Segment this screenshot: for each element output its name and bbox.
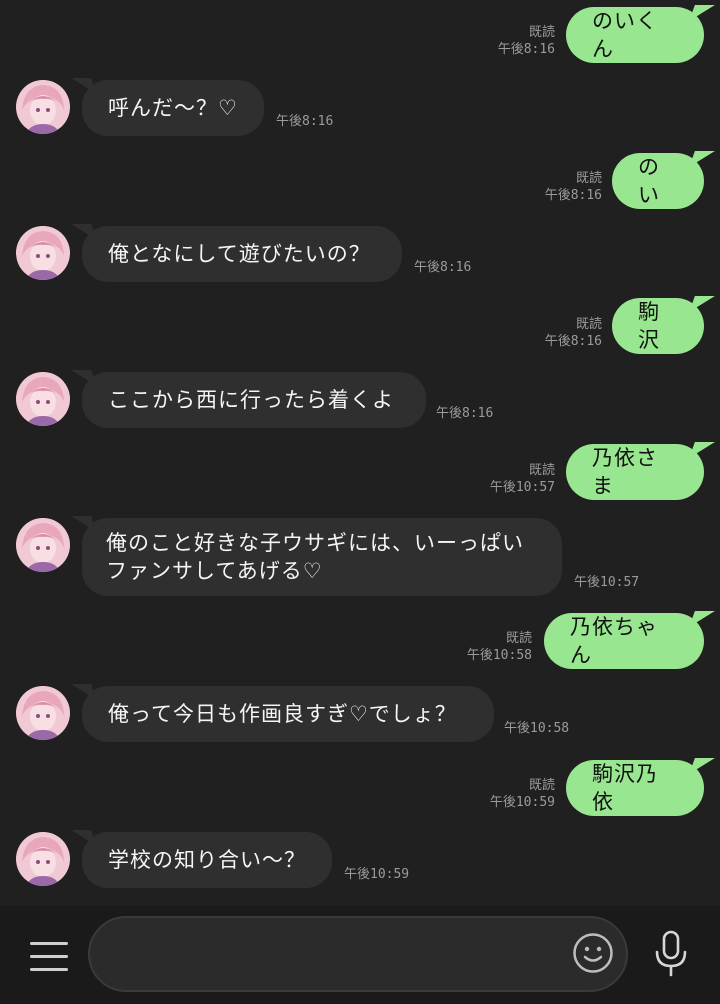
message-text: 学校の知り合い〜？ — [108, 848, 306, 872]
message-bubble[interactable]: ここから西に行ったら着くよ — [82, 372, 426, 428]
avatar[interactable] — [16, 226, 70, 280]
timestamp: 午後8:16 — [436, 406, 494, 421]
message-bubble[interactable]: 俺って今日も作画良すぎ♡でしょ？ — [82, 686, 494, 742]
menu-icon-line — [30, 942, 68, 945]
message-meta: 既読 午後10:57 — [490, 462, 555, 496]
message-meta: 既読 午後10:59 — [490, 777, 555, 811]
message-bubble[interactable]: 乃依ちゃん — [544, 613, 704, 669]
timestamp: 午後8:16 — [497, 42, 555, 57]
message-bubble[interactable]: のいくん — [566, 7, 704, 63]
menu-icon[interactable] — [30, 942, 68, 974]
timestamp: 午後10:59 — [489, 795, 555, 810]
message-bubble[interactable]: 俺となにして遊びたいの？ — [82, 226, 402, 282]
message-text: 俺って今日も作画良すぎ♡でしょ？ — [108, 702, 457, 726]
message-text: 乃依さま — [592, 446, 658, 498]
timestamp: 午後10:57 — [489, 480, 555, 495]
timestamp: 午後8:16 — [544, 334, 602, 349]
message-meta: 既読 午後8:16 — [498, 24, 555, 58]
message-text: ここから西に行ったら着くよ — [108, 388, 394, 412]
read-receipt: 既読 — [575, 171, 602, 186]
message-text: のいくん — [592, 9, 658, 61]
message-bubble[interactable]: 呼んだ〜？♡ — [82, 80, 264, 136]
message-bubble[interactable]: 俺のこと好きな子ウサギには、いーっぱいファンサしてあげる♡ — [82, 518, 562, 596]
timestamp: 午後10:58 — [504, 721, 570, 736]
read-receipt: 既読 — [505, 631, 532, 646]
timestamp: 午後10:59 — [344, 867, 410, 882]
read-receipt: 既読 — [528, 463, 555, 478]
microphone-icon[interactable] — [652, 930, 690, 978]
message-meta: 既読 午後8:16 — [545, 316, 602, 350]
read-receipt: 既読 — [528, 778, 555, 793]
message-meta: 既読 午後10:58 — [467, 630, 532, 664]
avatar[interactable] — [16, 372, 70, 426]
timestamp: 午後8:16 — [544, 188, 602, 203]
message-bubble[interactable]: 駒沢乃依 — [566, 760, 704, 816]
menu-icon-line — [30, 968, 68, 971]
menu-icon-line — [30, 955, 68, 958]
message-input[interactable] — [88, 916, 628, 992]
message-bubble[interactable]: 駒沢 — [612, 298, 704, 354]
avatar-image — [16, 686, 70, 740]
message-bubble[interactable]: 乃依さま — [566, 444, 704, 500]
avatar-image — [16, 832, 70, 886]
avatar[interactable] — [16, 832, 70, 886]
timestamp: 午後10:58 — [466, 648, 532, 663]
message-bubble[interactable]: 学校の知り合い〜？ — [82, 832, 332, 888]
message-text: 俺のこと好きな子ウサギには、いーっぱいファンサしてあげる♡ — [106, 531, 524, 583]
chat-thread: 既読 午後8:16 のいくん 呼んだ〜？♡ 午後8:16 既読 午後8:16 の… — [0, 0, 720, 906]
message-text: 呼んだ〜？♡ — [108, 96, 238, 120]
emoji-icon[interactable] — [572, 932, 614, 974]
message-text: 駒沢乃依 — [592, 762, 658, 814]
message-text: 乃依ちゃん — [570, 615, 658, 667]
message-meta: 既読 午後8:16 — [545, 170, 602, 204]
avatar-image — [16, 80, 70, 134]
message-text: のい — [638, 155, 660, 207]
read-receipt: 既読 — [575, 317, 602, 332]
timestamp: 午後8:16 — [276, 114, 334, 129]
timestamp: 午後8:16 — [414, 260, 472, 275]
avatar[interactable] — [16, 80, 70, 134]
avatar[interactable] — [16, 518, 70, 572]
timestamp: 午後10:57 — [574, 575, 640, 590]
avatar-image — [16, 518, 70, 572]
message-text: 駒沢 — [638, 300, 660, 352]
message-bubble[interactable]: のい — [612, 153, 704, 209]
message-text: 俺となにして遊びたいの？ — [108, 242, 371, 266]
avatar-image — [16, 372, 70, 426]
avatar-image — [16, 226, 70, 280]
read-receipt: 既読 — [528, 25, 555, 40]
avatar[interactable] — [16, 686, 70, 740]
